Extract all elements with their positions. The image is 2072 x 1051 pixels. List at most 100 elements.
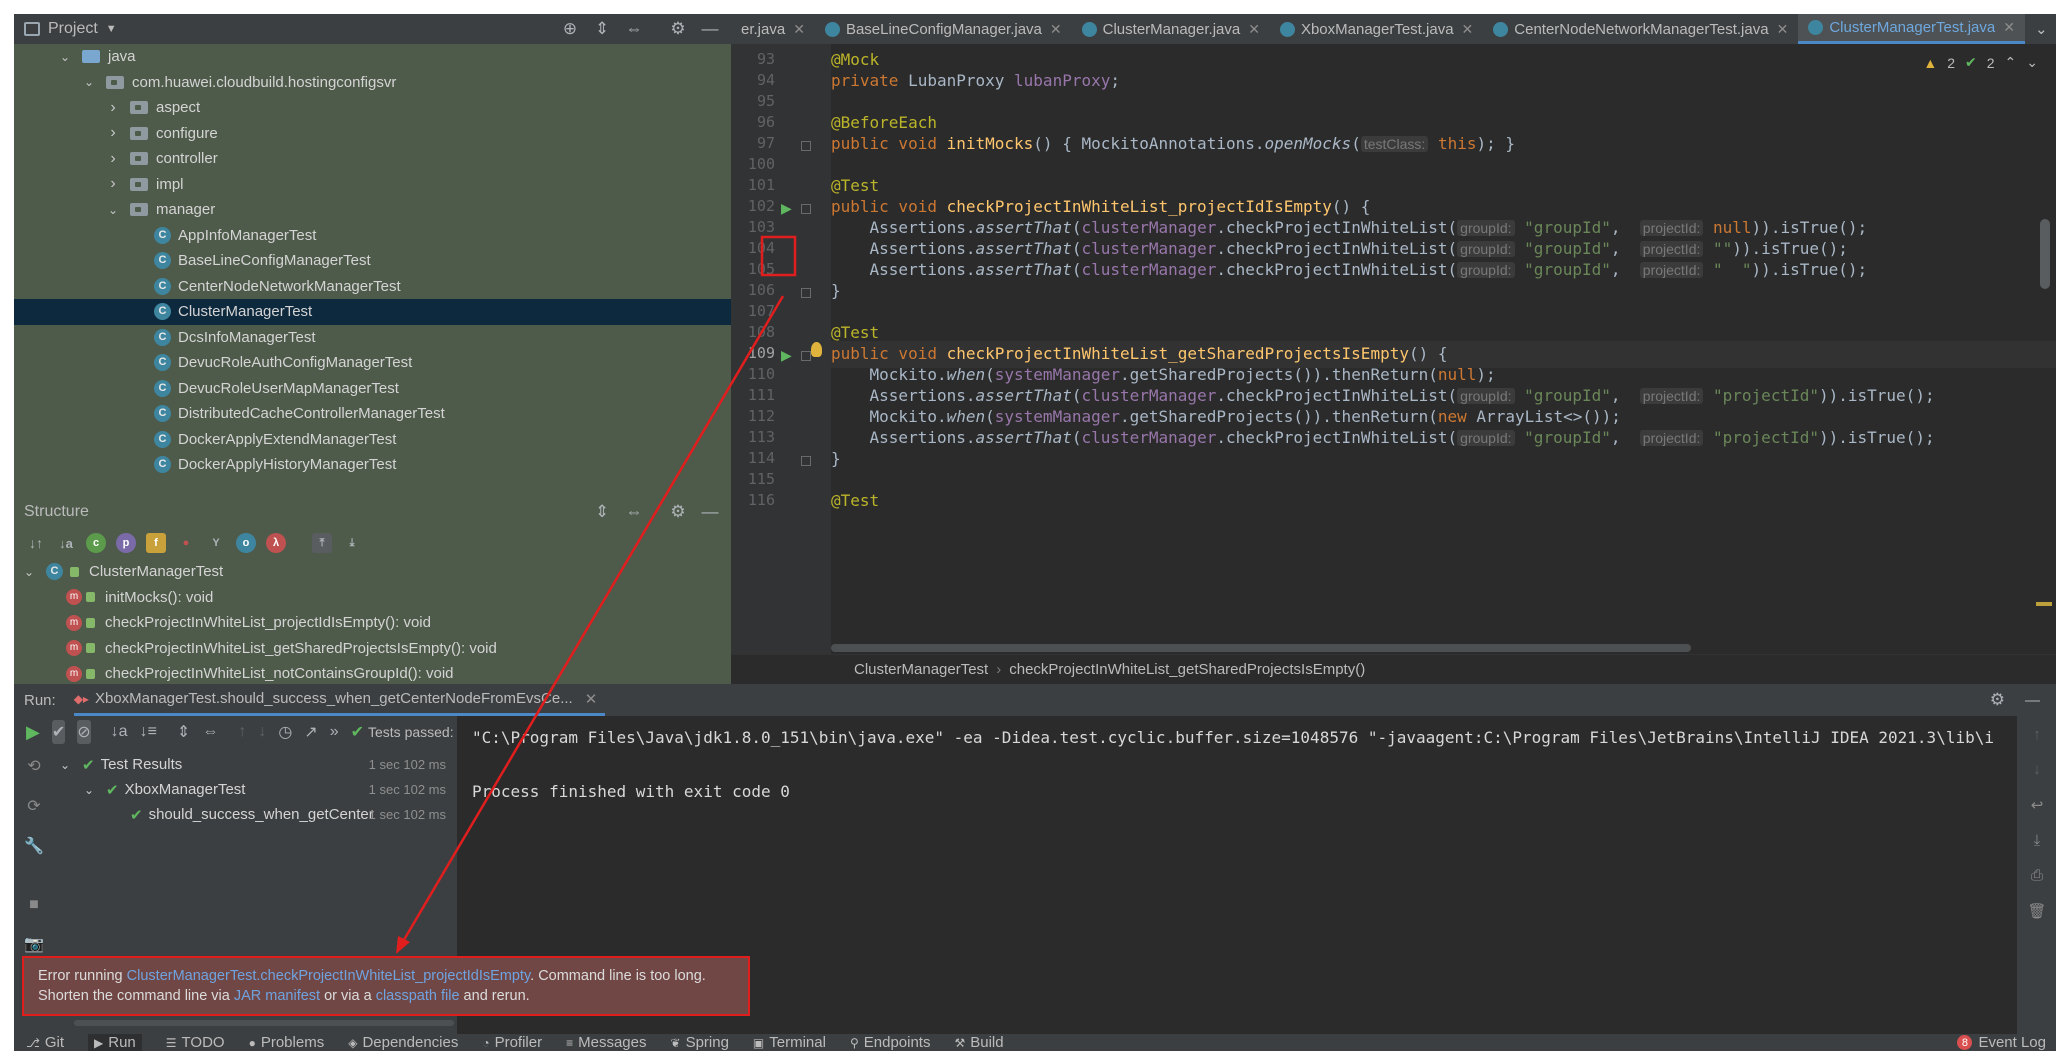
sort-alpha-icon[interactable]: ↓a	[111, 723, 128, 741]
lambda-icon[interactable]: λ	[266, 533, 286, 553]
classpath-file-link[interactable]: classpath file	[376, 988, 460, 1004]
project-panel-title[interactable]: Project	[48, 20, 98, 38]
wrench-icon[interactable]: 🔧	[24, 836, 44, 856]
fold-marker[interactable]	[801, 351, 811, 361]
editor-tab[interactable]: XboxManagerTest.java ✕	[1270, 14, 1483, 44]
inspection-indicators[interactable]: ▲ 2 ✔ 2 ⌃ ⌄	[1923, 54, 2038, 71]
chevron-right-icon[interactable]: ›	[106, 99, 120, 117]
gear-icon[interactable]: ⚙	[667, 501, 689, 523]
statusbar-profiler-button[interactable]: ◔ Profiler	[482, 1034, 542, 1051]
test-result-row[interactable]: ⌄ ✔ Test Results 1 sec 102 ms	[54, 752, 454, 777]
code-editor[interactable]: er.java ✕ BaseLineConfigManager.java ✕ Clust…	[731, 14, 2056, 684]
minimize-icon[interactable]: —	[699, 18, 721, 40]
expand-all-icon[interactable]: ⇕	[591, 18, 613, 40]
vertical-scrollbar[interactable]	[2040, 219, 2050, 289]
error-link-test[interactable]: ClusterManagerTest.checkProjectInWhiteLi…	[127, 968, 530, 984]
close-icon[interactable]: ✕	[1050, 21, 1062, 38]
minimize-icon[interactable]: —	[2025, 692, 2040, 709]
statusbar-problems-button[interactable]: ● Problems	[249, 1034, 325, 1051]
project-tree-item[interactable]: C DcsInfoManagerTest	[14, 325, 731, 351]
collapse-all-icon[interactable]: ⇔	[623, 18, 645, 40]
chevron-down-icon[interactable]: ⌄	[106, 203, 120, 217]
close-icon[interactable]: ✕	[2003, 19, 2015, 36]
project-tree-item[interactable]: › aspect	[14, 95, 731, 121]
statusbar-todo-button[interactable]: ☰ TODO	[166, 1034, 225, 1051]
lightbulb-icon[interactable]	[811, 342, 822, 357]
structure-member[interactable]: m initMocks(): void	[22, 585, 731, 611]
statusbar-git-button[interactable]: ⎇ Git	[26, 1034, 64, 1051]
soft-wrap-icon[interactable]: ↩	[2031, 796, 2044, 814]
gear-icon[interactable]: ⚙	[667, 18, 689, 40]
chevron-down-icon[interactable]: ⌄	[82, 783, 96, 797]
fold-marker[interactable]	[801, 141, 811, 151]
previous-failed-icon[interactable]: ↑	[238, 723, 246, 741]
show-ignored-icon[interactable]: ⊘	[77, 720, 91, 744]
gear-icon[interactable]: ⚙	[1990, 690, 2005, 710]
close-icon[interactable]: ✕	[793, 21, 805, 38]
run-test-icon[interactable]: ▶	[781, 347, 792, 364]
rerun-failed-icon[interactable]: ⟲	[27, 756, 40, 776]
project-tree-item[interactable]: › controller	[14, 146, 731, 172]
show-non-public-icon[interactable]: ●	[176, 533, 196, 553]
history-icon[interactable]: ◷	[278, 722, 292, 742]
autoscroll-from-source-icon[interactable]: ⤓	[342, 533, 362, 553]
more-icon[interactable]: »	[330, 723, 339, 741]
code-area[interactable]: @Mock private LubanProxy lubanProxy; @Be…	[831, 44, 2056, 654]
project-tree-item[interactable]: C BaseLineConfigManagerTest	[14, 248, 731, 274]
fold-marker[interactable]	[801, 204, 811, 214]
chevron-right-icon[interactable]: ›	[106, 150, 120, 168]
statusbar-dependencies-button[interactable]: ◈ Dependencies	[348, 1034, 458, 1051]
statusbar-terminal-button[interactable]: ▣ Terminal	[753, 1034, 826, 1051]
project-tree-item[interactable]: C DockerApplyExtendManagerTest	[14, 427, 731, 453]
fold-marker[interactable]	[801, 288, 811, 298]
test-results-tree[interactable]: ⌄ ✔ Test Results 1 sec 102 ms ⌄ ✔ XboxManagerT…	[54, 752, 454, 827]
show-properties-icon[interactable]: p	[116, 533, 136, 553]
breadcrumb-item[interactable]: ClusterManagerTest	[854, 661, 988, 678]
editor-gutter[interactable]: 93 94 95 96 97 100 101 102 103 104 105 106 107 108 109…	[731, 44, 831, 654]
arrow-down-icon[interactable]: ↓	[2033, 761, 2041, 778]
chevron-down-icon[interactable]: ⌄	[82, 75, 96, 89]
run-tab-label[interactable]: XboxManagerTest.should_success_when_getC…	[95, 690, 573, 707]
collapse-all-icon[interactable]: ⇔	[623, 501, 645, 523]
chevron-right-icon[interactable]: ›	[106, 124, 120, 142]
camera-icon[interactable]: 📷	[24, 934, 44, 954]
statusbar-run-button[interactable]: ▶ Run	[88, 1034, 142, 1051]
run-tab[interactable]: ◆▸ XboxManagerTest.should_success_when_g…	[73, 684, 606, 716]
event-log-button[interactable]: 8 Event Log	[1957, 1034, 2046, 1051]
show-inherited-icon[interactable]: c	[86, 533, 106, 553]
arrow-up-icon[interactable]: ↑	[2033, 726, 2041, 743]
test-result-row[interactable]: ✔ should_success_when_getCenter 1 sec 102 …	[54, 802, 454, 827]
structure-member[interactable]: m checkProjectInWhiteList_projectIdIsEmpt…	[22, 610, 731, 636]
export-icon[interactable]: ↗	[304, 722, 317, 742]
horizontal-scrollbar[interactable]	[831, 644, 1691, 652]
close-icon[interactable]: ✕	[1462, 21, 1474, 38]
editor-tab[interactable]: BaseLineConfigManager.java ✕	[815, 14, 1072, 44]
trash-icon[interactable]: 🗑	[2027, 902, 2046, 920]
project-tree-item[interactable]: C CenterNodeNetworkManagerTest	[14, 274, 731, 300]
statusbar-build-button[interactable]: ⚒ Build	[954, 1034, 1003, 1051]
editor-tab[interactable]: ClusterManager.java ✕	[1072, 14, 1270, 44]
show-lambdas-icon[interactable]: Y	[206, 533, 226, 553]
toggle-autotest-icon[interactable]: ⟳	[27, 796, 40, 816]
expand-all-icon[interactable]: ⇕	[177, 722, 190, 742]
project-tree-item[interactable]: ⌄ com.huawei.cloudbuild.hostingconfigsvr	[14, 70, 731, 96]
breadcrumb[interactable]: ClusterManagerTest › checkProjectInWhite…	[731, 654, 2056, 684]
statusbar-endpoints-button[interactable]: ⚲ Endpoints	[850, 1034, 931, 1051]
chevron-down-icon[interactable]: ⌄	[2035, 20, 2048, 38]
structure-root[interactable]: ⌄ C ClusterManagerTest	[22, 559, 731, 585]
project-tree-item[interactable]: C DevucRoleAuthConfigManagerTest	[14, 350, 731, 376]
project-tree-item[interactable]: C ClusterManagerTest	[14, 299, 731, 325]
expand-all-icon[interactable]: ⇕	[591, 501, 613, 523]
jar-manifest-link[interactable]: JAR manifest	[234, 988, 320, 1004]
chevron-down-icon[interactable]: ⌄	[58, 50, 72, 64]
close-icon[interactable]: ✕	[1777, 21, 1789, 38]
project-tree-item[interactable]: C DockerApplyHistoryManagerTest	[14, 452, 731, 478]
editor-tab[interactable]: ClusterManagerTest.java ✕	[1798, 14, 2025, 44]
chevron-right-icon[interactable]: ›	[106, 175, 120, 193]
project-tree-item[interactable]: C DistributedCacheControllerManagerTest	[14, 401, 731, 427]
editor-tab[interactable]: CenterNodeNetworkManagerTest.java ✕	[1483, 14, 1798, 44]
print-icon[interactable]: ⎙	[2031, 867, 2043, 884]
sort-visibility-icon[interactable]: ↓↑	[26, 533, 46, 553]
project-tree-item[interactable]: ⌄ manager	[14, 197, 731, 223]
minimize-icon[interactable]: —	[699, 501, 721, 523]
